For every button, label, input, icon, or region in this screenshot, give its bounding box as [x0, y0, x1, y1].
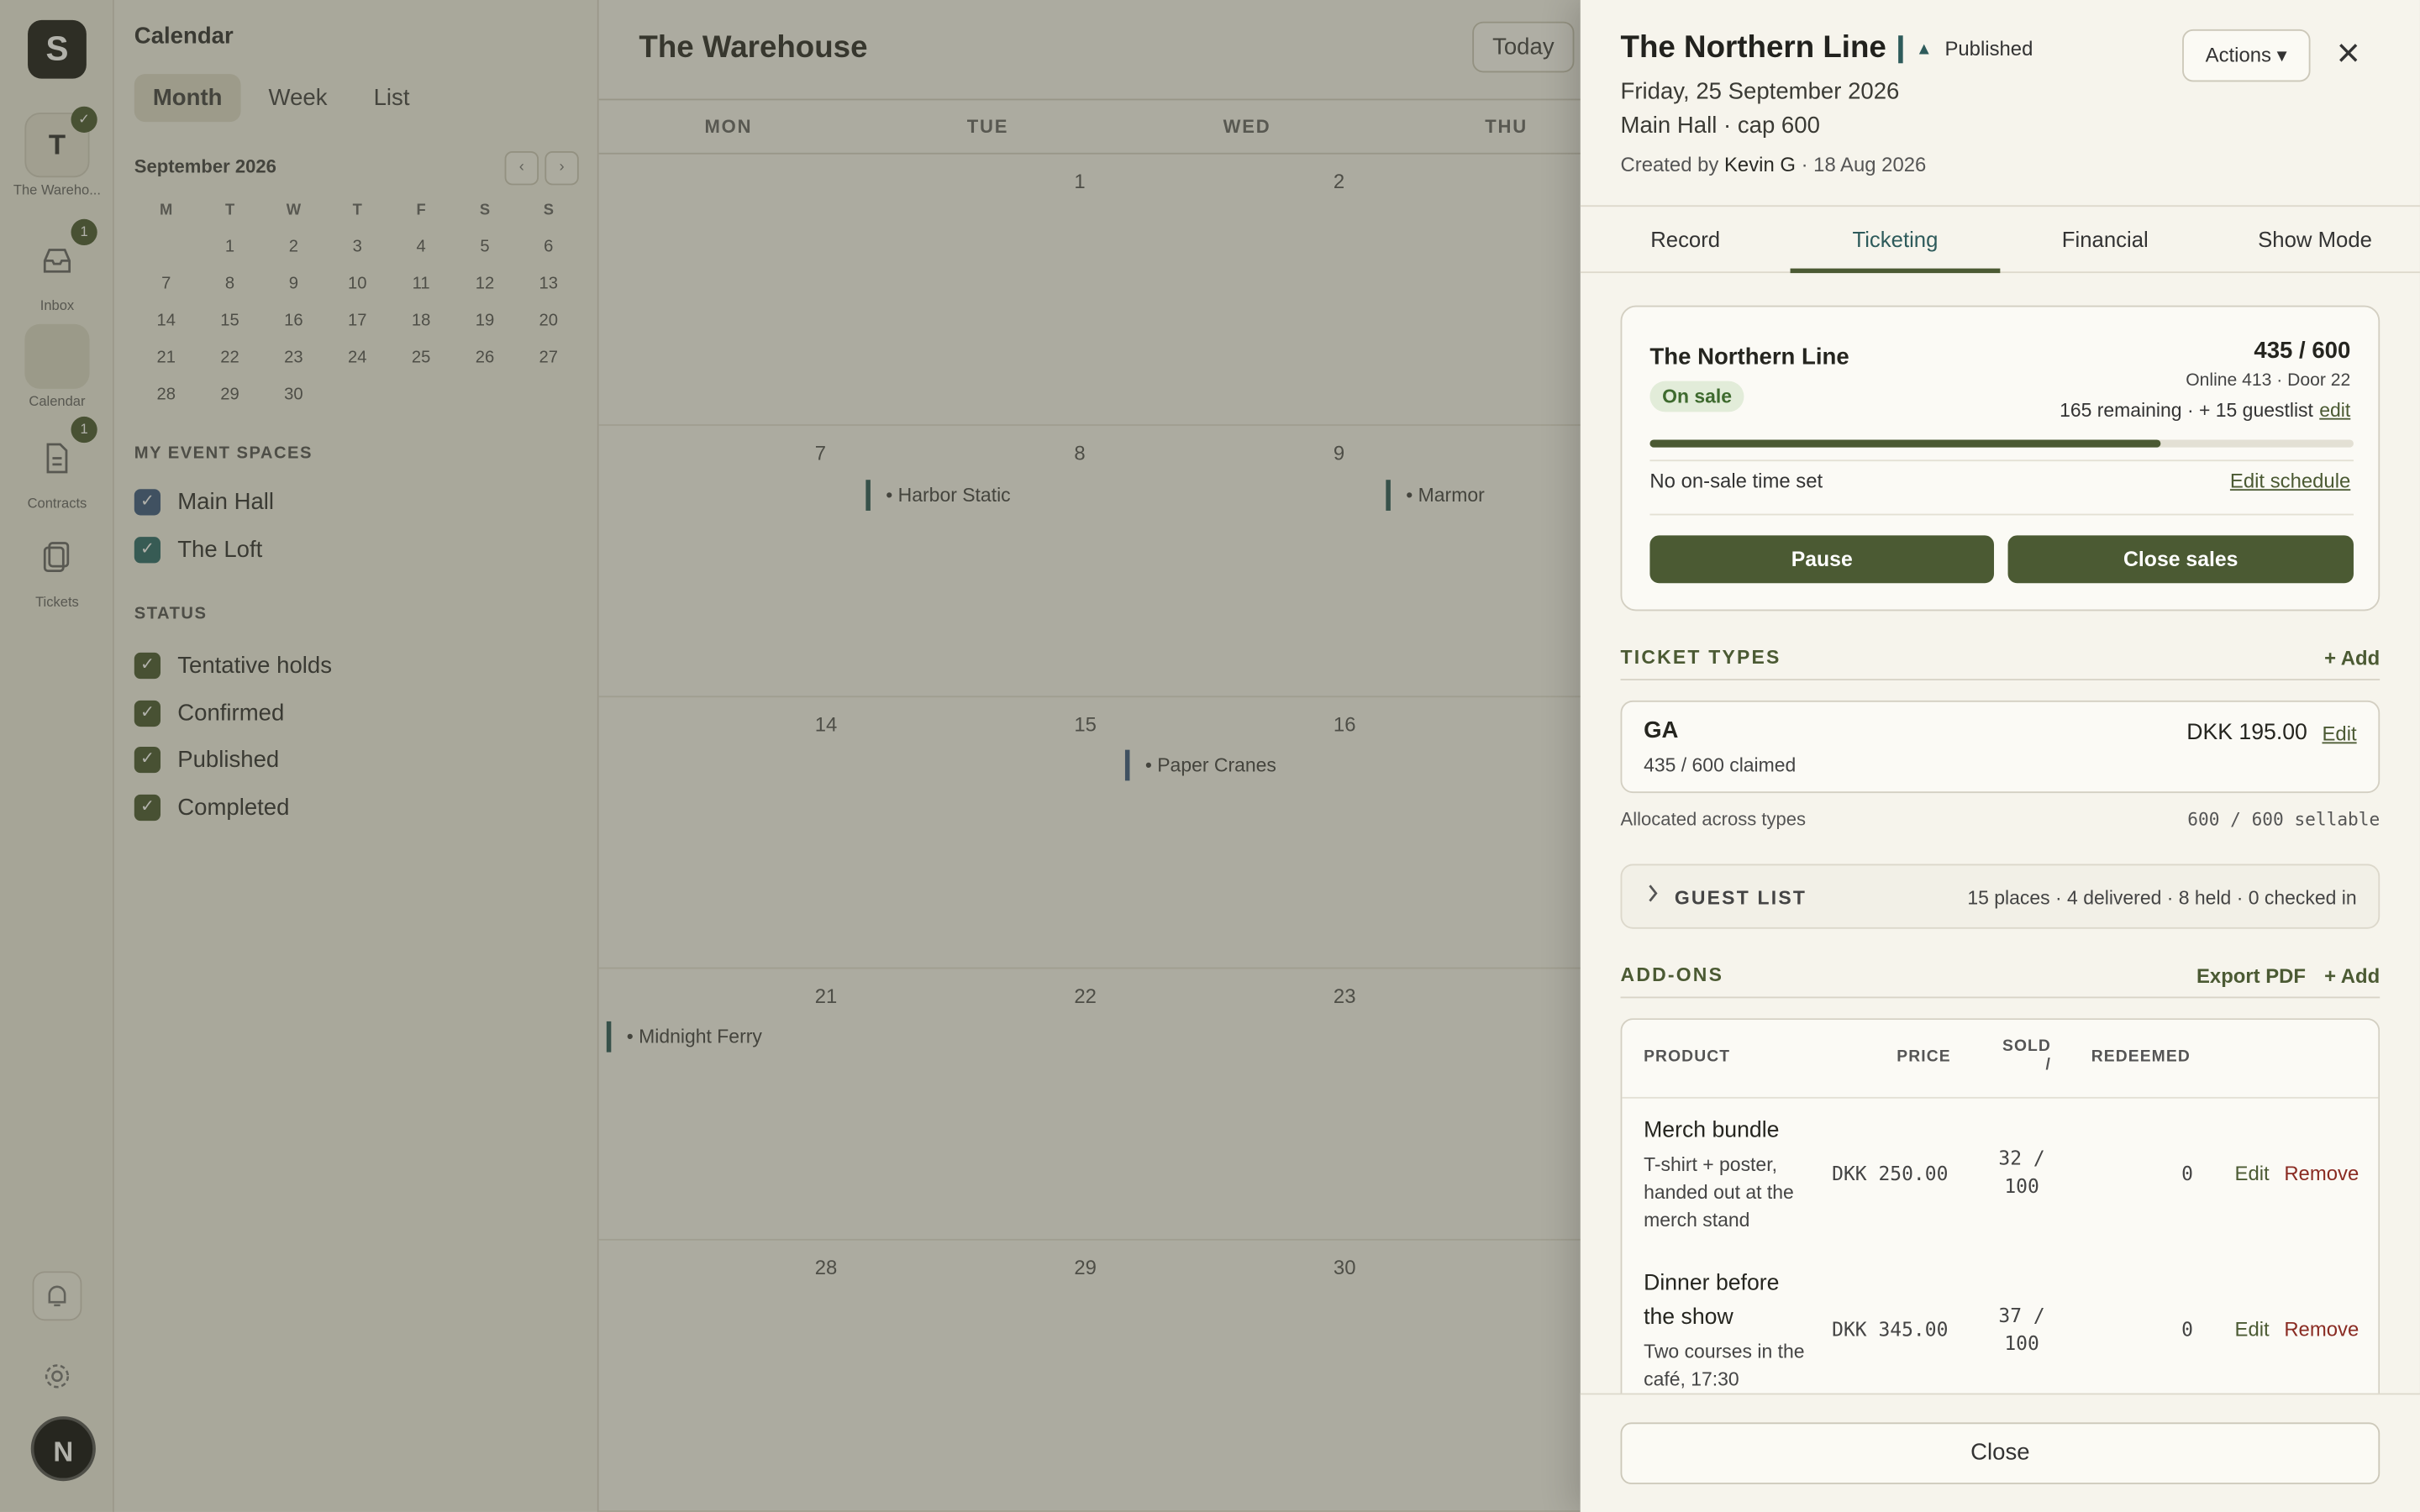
divider — [1622, 1096, 2379, 1099]
event-detail-panel: The Northern Line ▲ Published Friday, 25… — [1580, 0, 2420, 1512]
export-pdf-button[interactable]: Export PDF — [2196, 964, 2306, 988]
ticket-type-claimed: 435 / 600 claimed — [1644, 754, 1797, 776]
addon-redeemed: 0 — [2181, 1317, 2193, 1341]
addon-cap: 100 — [2004, 1331, 2039, 1355]
guest-list-stats: 15 places · 4 delivered · 8 held · 0 che… — [1967, 887, 2357, 909]
panel-header: The Northern Line ▲ Published — [1621, 31, 2033, 66]
sales-split: Online 413 · Door 22 — [2186, 371, 2351, 391]
add-ticket-type-button[interactable]: + Add — [2324, 647, 2380, 670]
active-tab-indicator — [1790, 268, 2001, 274]
ticket-type-row: GA 435 / 600 claimed DKK 195.00 Edit — [1620, 700, 2381, 794]
chevron-right-icon — [1647, 884, 1660, 907]
edit-addon-link[interactable]: Edit — [2235, 1162, 2270, 1185]
col-price: PRICE — [1897, 1047, 1951, 1067]
addon-name: Merch bundle — [1644, 1118, 1780, 1143]
close-sales-button[interactable]: Close sales — [2007, 535, 2354, 584]
created-prefix: Created by — [1620, 152, 1719, 176]
sold-count: 435 / 600 — [2254, 338, 2351, 365]
event-title: The Northern Line — [1620, 30, 1886, 66]
created-date: · 18 Aug 2026 — [1801, 152, 1927, 176]
addon-redeemed: 0 — [2181, 1162, 2193, 1185]
created-by: Kevin G — [1723, 152, 1796, 176]
remove-addon-link[interactable]: Remove — [2284, 1318, 2359, 1341]
addon-description: T-shirt + poster, handed out at the merc… — [1644, 1153, 1794, 1231]
addons-header: ADD-ONS Export PDF + Add — [1620, 963, 2381, 999]
sales-progress-bar — [1649, 439, 2354, 448]
actions-dropdown[interactable]: Actions ▾ — [2182, 29, 2311, 82]
col-product: PRODUCT — [1644, 1047, 1731, 1067]
edit-addon-link[interactable]: Edit — [2235, 1318, 2270, 1341]
event-status: Published — [1944, 37, 2033, 60]
ticket-types-title: TICKET TYPES — [1620, 646, 1781, 669]
close-icon[interactable]: × — [2337, 31, 2360, 74]
addon-sold: 37 / — [1998, 1304, 2045, 1327]
close-button[interactable]: Close — [1620, 1422, 2381, 1484]
addon-cap: 100 — [2004, 1173, 2039, 1198]
pause-button[interactable]: Pause — [1649, 535, 1995, 584]
allocation-label: Allocated across types — [1620, 808, 1807, 831]
divider — [1649, 513, 2354, 516]
add-addon-button[interactable]: + Add — [2324, 964, 2380, 988]
sales-card: The Northern Line On sale 435 / 600 Onli… — [1620, 305, 2381, 612]
tab-financial[interactable]: Financial — [2000, 227, 2210, 251]
tab-show-mode[interactable]: Show Mode — [2210, 227, 2420, 251]
sellable-count: 600 / 600 sellable — [2187, 808, 2381, 831]
edit-guestlist-link[interactable]: edit — [2319, 400, 2350, 422]
col-redeemed: REDEEMED — [2091, 1047, 2191, 1067]
onsale-time-text: No on-sale time set — [1649, 469, 1823, 492]
addons-title: ADD-ONS — [1620, 963, 1724, 986]
addon-name: Dinner before the show — [1644, 1271, 1780, 1331]
panel-footer: Close — [1580, 1393, 2420, 1512]
event-date: Friday, 25 September 2026 — [1620, 78, 1900, 105]
status-bar — [1898, 34, 1904, 63]
published-icon: ▲ — [1915, 39, 1933, 58]
tab-ticketing[interactable]: Ticketing — [1791, 227, 2001, 251]
event-venue: Main Hall · cap 600 — [1620, 113, 1820, 139]
edit-schedule-link[interactable]: Edit schedule — [2230, 469, 2350, 492]
divider — [1649, 459, 2354, 462]
remaining-text: 165 remaining · + 15 guestlist — [2060, 399, 2313, 422]
ticket-type-name: GA — [1644, 717, 1679, 744]
addons-table: PRODUCT PRICE SOLD / REDEEMED Merch bund… — [1620, 1018, 2381, 1420]
sales-progress-fill — [1649, 439, 2160, 448]
col-sold: SOLD / — [2002, 1037, 2051, 1074]
ticket-types-header: TICKET TYPES + Add — [1620, 646, 2381, 680]
status-badge: On sale — [1649, 381, 1744, 412]
tab-record[interactable]: Record — [1581, 227, 1791, 251]
sales-event-name: The Northern Line — [1649, 344, 1849, 370]
guest-list-title: GUEST LIST — [1674, 887, 1807, 909]
created-info: Created by Kevin G · 18 Aug 2026 — [1621, 153, 1927, 176]
remove-addon-link[interactable]: Remove — [2284, 1162, 2359, 1185]
addon-description: Two courses in the café, 17:30 — [1644, 1341, 1805, 1390]
addon-price: DKK 345.00 — [1832, 1317, 1949, 1341]
ticket-type-price: DKK 195.00 — [2186, 720, 2307, 746]
panel-tabs: Record Ticketing Financial Show Mode — [1580, 205, 2420, 274]
remaining-info: 165 remaining · + 15 guestlist edit — [2060, 400, 2350, 422]
guest-list-toggle[interactable]: GUEST LIST 15 places · 4 delivered · 8 h… — [1620, 864, 2381, 929]
addon-sold: 32 / — [1998, 1146, 2045, 1170]
addon-price: DKK 250.00 — [1832, 1162, 1949, 1185]
edit-ticket-type-link[interactable]: Edit — [2322, 722, 2356, 746]
